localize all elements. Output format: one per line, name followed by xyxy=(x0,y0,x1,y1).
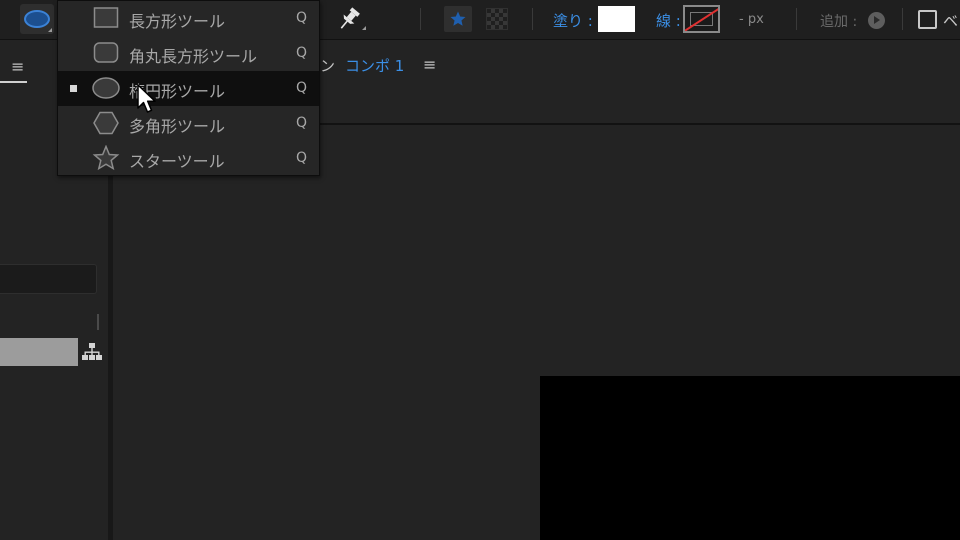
active-tab-indicator xyxy=(0,81,27,83)
shape-tool-menu: 長方形ツール Q 角丸長方形ツール Q 楕円形ツール Q 多角形ツール Q スタ… xyxy=(57,0,320,176)
stroke-color-swatch[interactable] xyxy=(683,5,720,33)
rounded-rectangle-icon xyxy=(93,42,119,63)
mouse-cursor-icon xyxy=(137,84,156,113)
menu-item-shortcut: Q xyxy=(296,115,308,131)
menu-item-label: 角丸長方形ツール xyxy=(129,47,258,66)
fill-color-swatch[interactable] xyxy=(598,6,635,32)
ellipse-tool-button[interactable] xyxy=(20,4,54,34)
rectangle-icon xyxy=(93,7,119,28)
stroke-label[interactable]: 線 : xyxy=(656,10,681,31)
fill-label[interactable]: 塗り : xyxy=(553,10,593,31)
panel-menu-icon[interactable]: ≡ xyxy=(11,57,24,76)
transparency-grid-icon[interactable] xyxy=(486,8,508,30)
toolbar-separator xyxy=(532,8,533,30)
menu-item-star-tool[interactable]: スターツール Q xyxy=(58,141,319,176)
menu-item-shortcut: Q xyxy=(296,10,308,26)
ellipse-tool-icon xyxy=(24,10,50,28)
submenu-indicator xyxy=(48,28,52,32)
star-icon xyxy=(92,145,120,171)
tab-composition[interactable]: コンポ 1 xyxy=(345,55,404,76)
menu-item-shortcut: Q xyxy=(296,80,308,96)
stroke-width-value[interactable]: - px xyxy=(739,12,764,27)
composition-canvas[interactable] xyxy=(540,376,960,540)
toolbar-separator xyxy=(796,8,797,30)
comp-panel-menu-icon[interactable]: ≡ xyxy=(423,55,436,74)
menu-item-polygon-tool[interactable]: 多角形ツール Q xyxy=(58,106,319,141)
toolbar-separator xyxy=(420,8,421,30)
star-toggle-button[interactable] xyxy=(444,6,472,32)
selected-bullet-icon xyxy=(70,85,77,92)
menu-item-label: 長方形ツール xyxy=(129,12,226,31)
bezier-path-checkbox[interactable] xyxy=(918,10,937,29)
menu-item-label: スターツール xyxy=(129,152,225,171)
column-divider[interactable] xyxy=(97,314,99,330)
menu-item-ellipse-tool[interactable]: 楕円形ツール Q xyxy=(58,71,319,106)
add-label: 追加 : xyxy=(820,14,858,30)
add-play-icon[interactable] xyxy=(868,12,885,29)
menu-item-rectangle-tool[interactable]: 長方形ツール Q xyxy=(58,1,319,36)
submenu-indicator xyxy=(362,26,366,30)
checkbox-label: ベ xyxy=(943,12,959,30)
search-input[interactable] xyxy=(0,264,97,294)
menu-item-shortcut: Q xyxy=(296,45,308,61)
menu-item-label: 多角形ツール xyxy=(129,117,226,136)
puppet-pin-tool-button[interactable] xyxy=(334,4,368,34)
selected-item-row[interactable] xyxy=(0,338,78,366)
comp-tab-prefix[interactable]: ン xyxy=(320,55,335,76)
menu-item-rounded-rectangle-tool[interactable]: 角丸長方形ツール Q xyxy=(58,36,319,71)
ellipse-icon xyxy=(92,77,120,99)
menu-item-shortcut: Q xyxy=(296,150,308,166)
polygon-icon xyxy=(93,111,119,135)
toolbar-separator xyxy=(902,8,903,30)
star-icon xyxy=(450,11,466,26)
puppet-pin-icon xyxy=(340,7,360,29)
flowchart-icon[interactable] xyxy=(82,343,102,361)
